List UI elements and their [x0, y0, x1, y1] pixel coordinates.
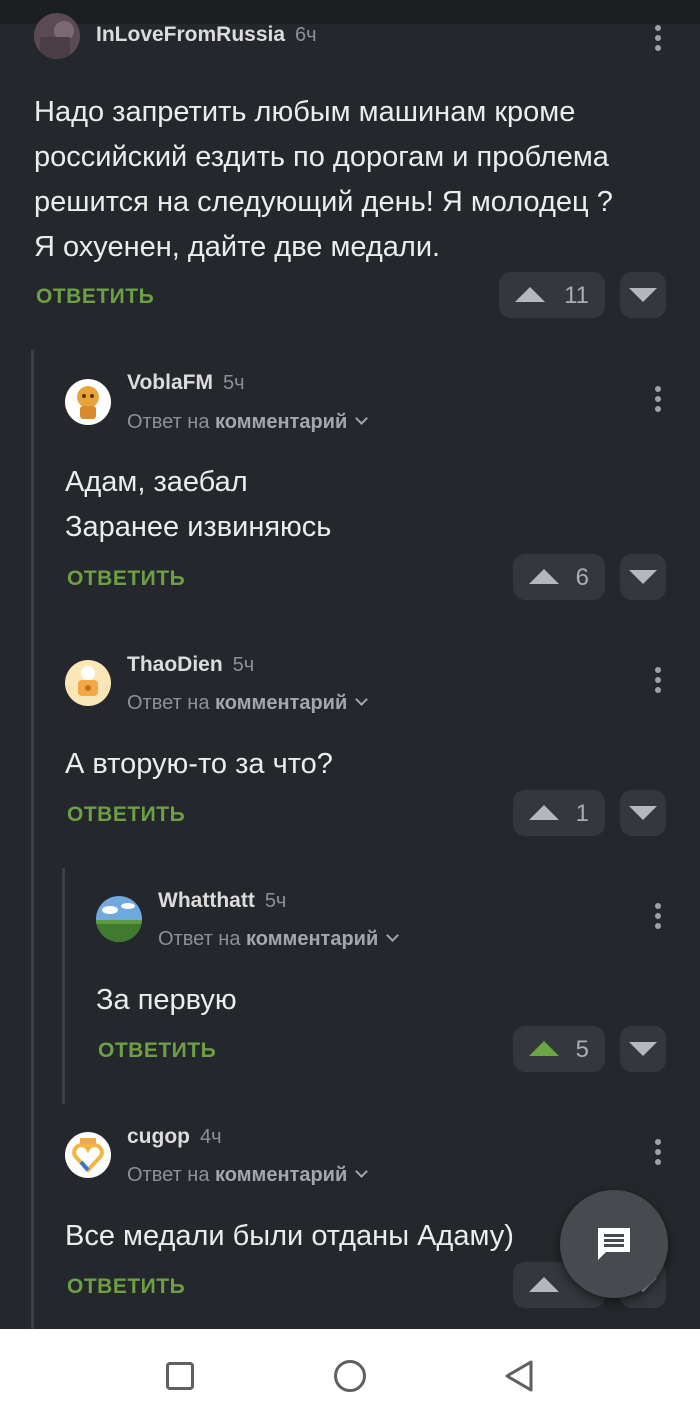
arrow-up-icon [529, 569, 559, 584]
author-name[interactable]: InLoveFromRussia [96, 23, 285, 46]
arrow-down-icon [629, 288, 657, 302]
upvote-button[interactable]: 5 [513, 1026, 605, 1072]
upvote-button[interactable]: 6 [513, 554, 605, 600]
more-vertical-icon[interactable] [654, 25, 662, 53]
arrow-up-icon [529, 805, 559, 820]
reply-to-link[interactable]: Ответ на комментарий [158, 928, 400, 951]
downvote-button[interactable] [620, 554, 666, 600]
more-vertical-icon[interactable] [654, 1139, 662, 1167]
reply-to-prefix: Ответ на [127, 692, 210, 714]
reply-to-target[interactable]: комментарий [215, 692, 347, 714]
vote-count: 6 [575, 564, 589, 591]
avatar[interactable] [65, 379, 111, 425]
avatar[interactable] [65, 1132, 111, 1178]
comment-author[interactable]: Whatthatt 5ч [158, 889, 286, 913]
arrow-down-icon [629, 1042, 657, 1056]
reply-button[interactable]: ОТВЕТИТЬ [36, 285, 154, 309]
thread-line [62, 868, 65, 1104]
back-icon[interactable] [503, 1359, 535, 1393]
vote-count: 11 [564, 282, 589, 309]
comment-time: 4ч [200, 1126, 222, 1148]
thread-line [31, 350, 34, 1329]
comment-time: 5ч [264, 890, 287, 912]
author-name[interactable]: ThaoDien [127, 653, 223, 676]
vote-count: 1 [575, 800, 589, 827]
reply-button[interactable]: ОТВЕТИТЬ [67, 1275, 185, 1299]
comment-text-line: Я охуенен, дайте две медали. [34, 231, 441, 263]
more-vertical-icon[interactable] [654, 667, 662, 695]
reply-button[interactable]: ОТВЕТИТЬ [98, 1039, 216, 1063]
chevron-down-icon[interactable] [355, 1165, 369, 1178]
comment-time: 5ч [222, 372, 245, 394]
comment-text: За первую [96, 978, 656, 1023]
recent-apps-icon[interactable] [166, 1362, 194, 1390]
reply-button[interactable]: ОТВЕТИТЬ [67, 567, 185, 591]
reply-to-prefix: Ответ на [158, 928, 241, 950]
comment-author[interactable]: ThaoDien 5ч [127, 653, 254, 677]
reply-to-prefix: Ответ на [127, 1164, 210, 1186]
reply-to-link[interactable]: Ответ на комментарий [127, 1164, 369, 1187]
reply-to-target[interactable]: комментарий [215, 1164, 347, 1186]
comment-text: Надо запретить любым машинам кроме росси… [34, 90, 684, 270]
arrow-up-icon [515, 287, 545, 302]
comment-text-line: За первую [96, 984, 237, 1016]
comment-fab-button[interactable] [560, 1190, 668, 1298]
comment-text-line: А вторую-то за что? [65, 748, 333, 780]
arrow-up-icon [529, 1041, 559, 1056]
avatar[interactable] [34, 13, 80, 59]
more-vertical-icon[interactable] [654, 903, 662, 931]
reply-to-link[interactable]: Ответ на комментарий [127, 411, 369, 434]
author-name[interactable]: cugop [127, 1125, 190, 1148]
author-name[interactable]: VoblaFM [127, 371, 213, 394]
comment-author[interactable]: VoblaFM 5ч [127, 371, 245, 395]
comment-text-line: Заранее извиняюсь [65, 511, 332, 543]
comment-text: Адам, заебал Заранее извиняюсь [65, 460, 665, 550]
comment-text-line: российский ездить по дорогам и проблема [34, 141, 609, 173]
comment-icon [598, 1228, 630, 1260]
upvote-button[interactable]: 11 [499, 272, 605, 318]
home-icon[interactable] [334, 1360, 366, 1392]
system-nav-bar [0, 1329, 700, 1423]
comment-time: 5ч [232, 654, 255, 676]
reply-to-link[interactable]: Ответ на комментарий [127, 692, 369, 715]
avatar[interactable] [96, 896, 142, 942]
reply-to-target[interactable]: комментарий [215, 411, 347, 433]
comment-author[interactable]: cugop 4ч [127, 1125, 222, 1149]
comment-text: А вторую-то за что? [65, 742, 665, 787]
comment-text-line: решится на следующий день! Я молодец ? [34, 186, 613, 218]
chevron-down-icon[interactable] [386, 929, 400, 942]
reply-to-prefix: Ответ на [127, 411, 210, 433]
author-name[interactable]: Whatthatt [158, 889, 255, 912]
more-vertical-icon[interactable] [654, 386, 662, 414]
reply-to-target[interactable]: комментарий [246, 928, 378, 950]
avatar[interactable] [65, 660, 111, 706]
reply-button[interactable]: ОТВЕТИТЬ [67, 803, 185, 827]
chevron-down-icon[interactable] [355, 412, 369, 425]
comment-text-line: Надо запретить любым машинам кроме [34, 96, 576, 128]
comment-time: 6ч [295, 24, 317, 46]
vote-count: 5 [575, 1036, 589, 1063]
top-bar [0, 0, 700, 24]
comment-author[interactable]: InLoveFromRussia 6ч [96, 23, 317, 47]
downvote-button[interactable] [620, 790, 666, 836]
arrow-down-icon [629, 806, 657, 820]
upvote-button[interactable]: 1 [513, 790, 605, 836]
chevron-down-icon[interactable] [355, 693, 369, 706]
comment-text-line: Адам, заебал [65, 466, 248, 498]
arrow-down-icon [629, 570, 657, 584]
downvote-button[interactable] [620, 272, 666, 318]
downvote-button[interactable] [620, 1026, 666, 1072]
arrow-up-icon [529, 1277, 559, 1292]
